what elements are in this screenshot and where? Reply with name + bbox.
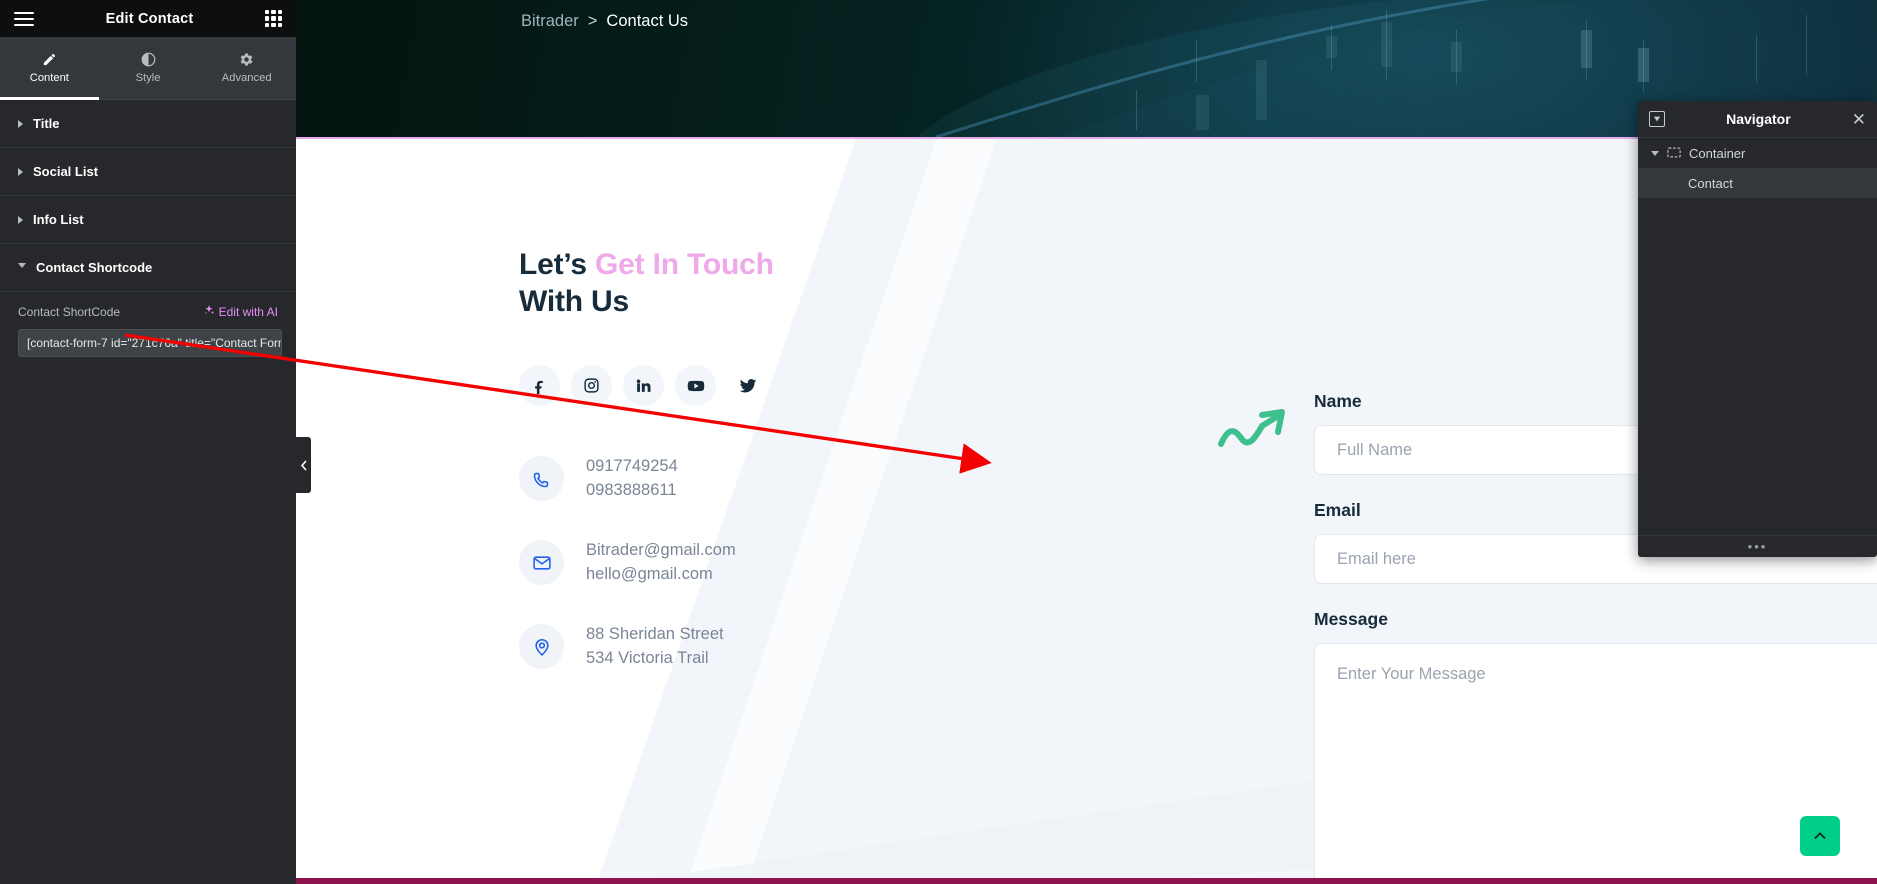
phone-line-1: 0917749254 bbox=[586, 457, 678, 476]
breadcrumb-home-link[interactable]: Bitrader bbox=[521, 12, 579, 31]
panel-title: Edit Contact bbox=[105, 10, 194, 27]
tab-style-label: Style bbox=[135, 72, 161, 84]
info-item-email: Bitrader@gmail.com hello@gmail.com bbox=[519, 540, 979, 586]
chevron-down-icon bbox=[18, 263, 26, 272]
container-icon bbox=[1667, 146, 1681, 161]
chevron-down-icon[interactable] bbox=[1651, 150, 1659, 156]
linkedin-icon bbox=[636, 379, 651, 393]
field-group-message: Message Enter Your Message bbox=[1314, 609, 1877, 884]
tab-content[interactable]: Content bbox=[0, 37, 99, 100]
map-pin-icon bbox=[534, 638, 549, 656]
pencil-icon bbox=[42, 52, 57, 67]
navigator-item-container[interactable]: Container bbox=[1638, 138, 1877, 168]
editor-sidebar-panel: Edit Contact Content Style Advanced Titl… bbox=[0, 0, 296, 884]
info-item-address-lines: 88 Sheridan Street 534 Victoria Trail bbox=[586, 625, 724, 668]
contact-shortcode-input[interactable]: [contact-form-7 id="271c76a" title="Cont… bbox=[18, 329, 282, 357]
grid-apps-icon[interactable] bbox=[264, 10, 282, 27]
message-textarea[interactable]: Enter Your Message bbox=[1314, 643, 1877, 884]
bottom-accent-bar bbox=[296, 878, 1877, 884]
social-link-linkedin[interactable] bbox=[623, 365, 664, 407]
navigator-panel: Navigator ✕ Container Contact ••• bbox=[1638, 101, 1877, 557]
chevron-right-icon bbox=[18, 119, 23, 128]
panel-collapse-handle[interactable] bbox=[296, 437, 311, 493]
contact-info-list: 0917749254 0983888611 Bitrader@gmail.com… bbox=[519, 456, 979, 670]
navigator-item-container-label: Container bbox=[1689, 145, 1746, 161]
youtube-icon bbox=[687, 380, 704, 391]
panel-header: Edit Contact bbox=[0, 0, 296, 37]
navigator-title: Navigator bbox=[1726, 111, 1791, 127]
chevron-right-icon bbox=[18, 167, 23, 176]
envelope-icon-wrapper bbox=[519, 540, 564, 586]
chevron-up-icon bbox=[1814, 832, 1826, 839]
social-icons-row bbox=[519, 365, 979, 407]
chevron-left-icon bbox=[300, 459, 307, 471]
edit-with-ai-label: Edit with AI bbox=[218, 304, 278, 319]
facebook-icon bbox=[535, 381, 543, 395]
contact-shortcode-body: Contact ShortCode Edit with AI [contact-… bbox=[0, 292, 296, 357]
close-icon[interactable]: ✕ bbox=[1852, 111, 1866, 128]
phone-icon-wrapper bbox=[519, 456, 564, 502]
phone-icon bbox=[533, 472, 548, 488]
section-contact-shortcode-label: Contact Shortcode bbox=[36, 260, 153, 275]
section-info-list[interactable]: Info List bbox=[0, 196, 296, 244]
info-item-address: 88 Sheridan Street 534 Victoria Trail bbox=[519, 624, 979, 670]
social-link-facebook[interactable] bbox=[519, 365, 560, 407]
social-link-twitter[interactable] bbox=[727, 365, 768, 406]
navigator-item-contact-label: Contact bbox=[1688, 175, 1733, 191]
section-contact-shortcode[interactable]: Contact Shortcode bbox=[0, 244, 296, 292]
map-pin-icon-wrapper bbox=[519, 624, 564, 670]
navigator-resize-handle[interactable]: ••• bbox=[1638, 535, 1877, 557]
section-info-list-label: Info List bbox=[33, 212, 84, 227]
breadcrumb-separator: > bbox=[587, 12, 598, 30]
message-field-label: Message bbox=[1314, 609, 1388, 629]
tab-style[interactable]: Style bbox=[99, 37, 198, 99]
breadcrumb: Bitrader > Contact Us bbox=[521, 12, 688, 31]
section-social-list-label: Social List bbox=[33, 164, 99, 179]
breadcrumb-current: Contact Us bbox=[606, 12, 689, 30]
twitter-icon bbox=[739, 378, 756, 393]
envelope-icon bbox=[532, 556, 551, 570]
edit-with-ai-button[interactable]: Edit with AI bbox=[203, 304, 278, 319]
social-link-youtube[interactable] bbox=[675, 365, 716, 407]
section-title[interactable]: Title bbox=[0, 100, 296, 148]
tab-advanced-label: Advanced bbox=[221, 72, 272, 84]
info-item-phone: 0917749254 0983888611 bbox=[519, 456, 979, 502]
info-item-phone-lines: 0917749254 0983888611 bbox=[586, 457, 678, 500]
address-line-1: 88 Sheridan Street bbox=[586, 625, 724, 644]
headline-line1-pink: Get In Touch bbox=[595, 248, 774, 281]
headline-line2: With Us bbox=[519, 285, 629, 319]
green-trend-arrow-icon bbox=[1218, 409, 1285, 447]
social-link-instagram[interactable] bbox=[571, 365, 612, 407]
panel-tabs: Content Style Advanced bbox=[0, 37, 296, 100]
shortcode-control-row: Contact ShortCode Edit with AI bbox=[18, 304, 278, 319]
navigator-tree: Container Contact bbox=[1638, 138, 1877, 535]
navigator-header[interactable]: Navigator ✕ bbox=[1638, 101, 1877, 138]
scroll-to-top-button[interactable] bbox=[1800, 816, 1840, 856]
section-social-list[interactable]: Social List bbox=[0, 148, 296, 196]
phone-line-2: 0983888611 bbox=[586, 481, 677, 500]
address-line-2: 534 Victoria Trail bbox=[586, 649, 709, 668]
tab-content-label: Content bbox=[29, 72, 69, 84]
email-line-1: Bitrader@gmail.com bbox=[586, 541, 736, 560]
section-title-label: Title bbox=[33, 116, 60, 131]
navigator-item-contact[interactable]: Contact bbox=[1638, 168, 1877, 198]
sparkle-icon bbox=[203, 304, 215, 319]
contrast-circle-icon bbox=[141, 52, 156, 67]
shortcode-control-label: Contact ShortCode bbox=[18, 304, 121, 319]
tab-advanced[interactable]: Advanced bbox=[197, 37, 296, 99]
gear-icon bbox=[239, 52, 254, 67]
page-headline: Let’s Get In Touch With Us bbox=[519, 246, 979, 320]
instagram-icon bbox=[584, 378, 599, 393]
contact-left-column: Let’s Get In Touch With Us 0917749254 09… bbox=[519, 246, 979, 670]
headline-line1-dark: Let’s bbox=[519, 248, 596, 281]
chevron-right-icon bbox=[18, 215, 23, 224]
info-item-email-lines: Bitrader@gmail.com hello@gmail.com bbox=[586, 541, 736, 584]
hamburger-icon[interactable] bbox=[14, 11, 34, 26]
dock-panel-icon[interactable] bbox=[1649, 111, 1665, 127]
email-line-2: hello@gmail.com bbox=[586, 565, 713, 584]
